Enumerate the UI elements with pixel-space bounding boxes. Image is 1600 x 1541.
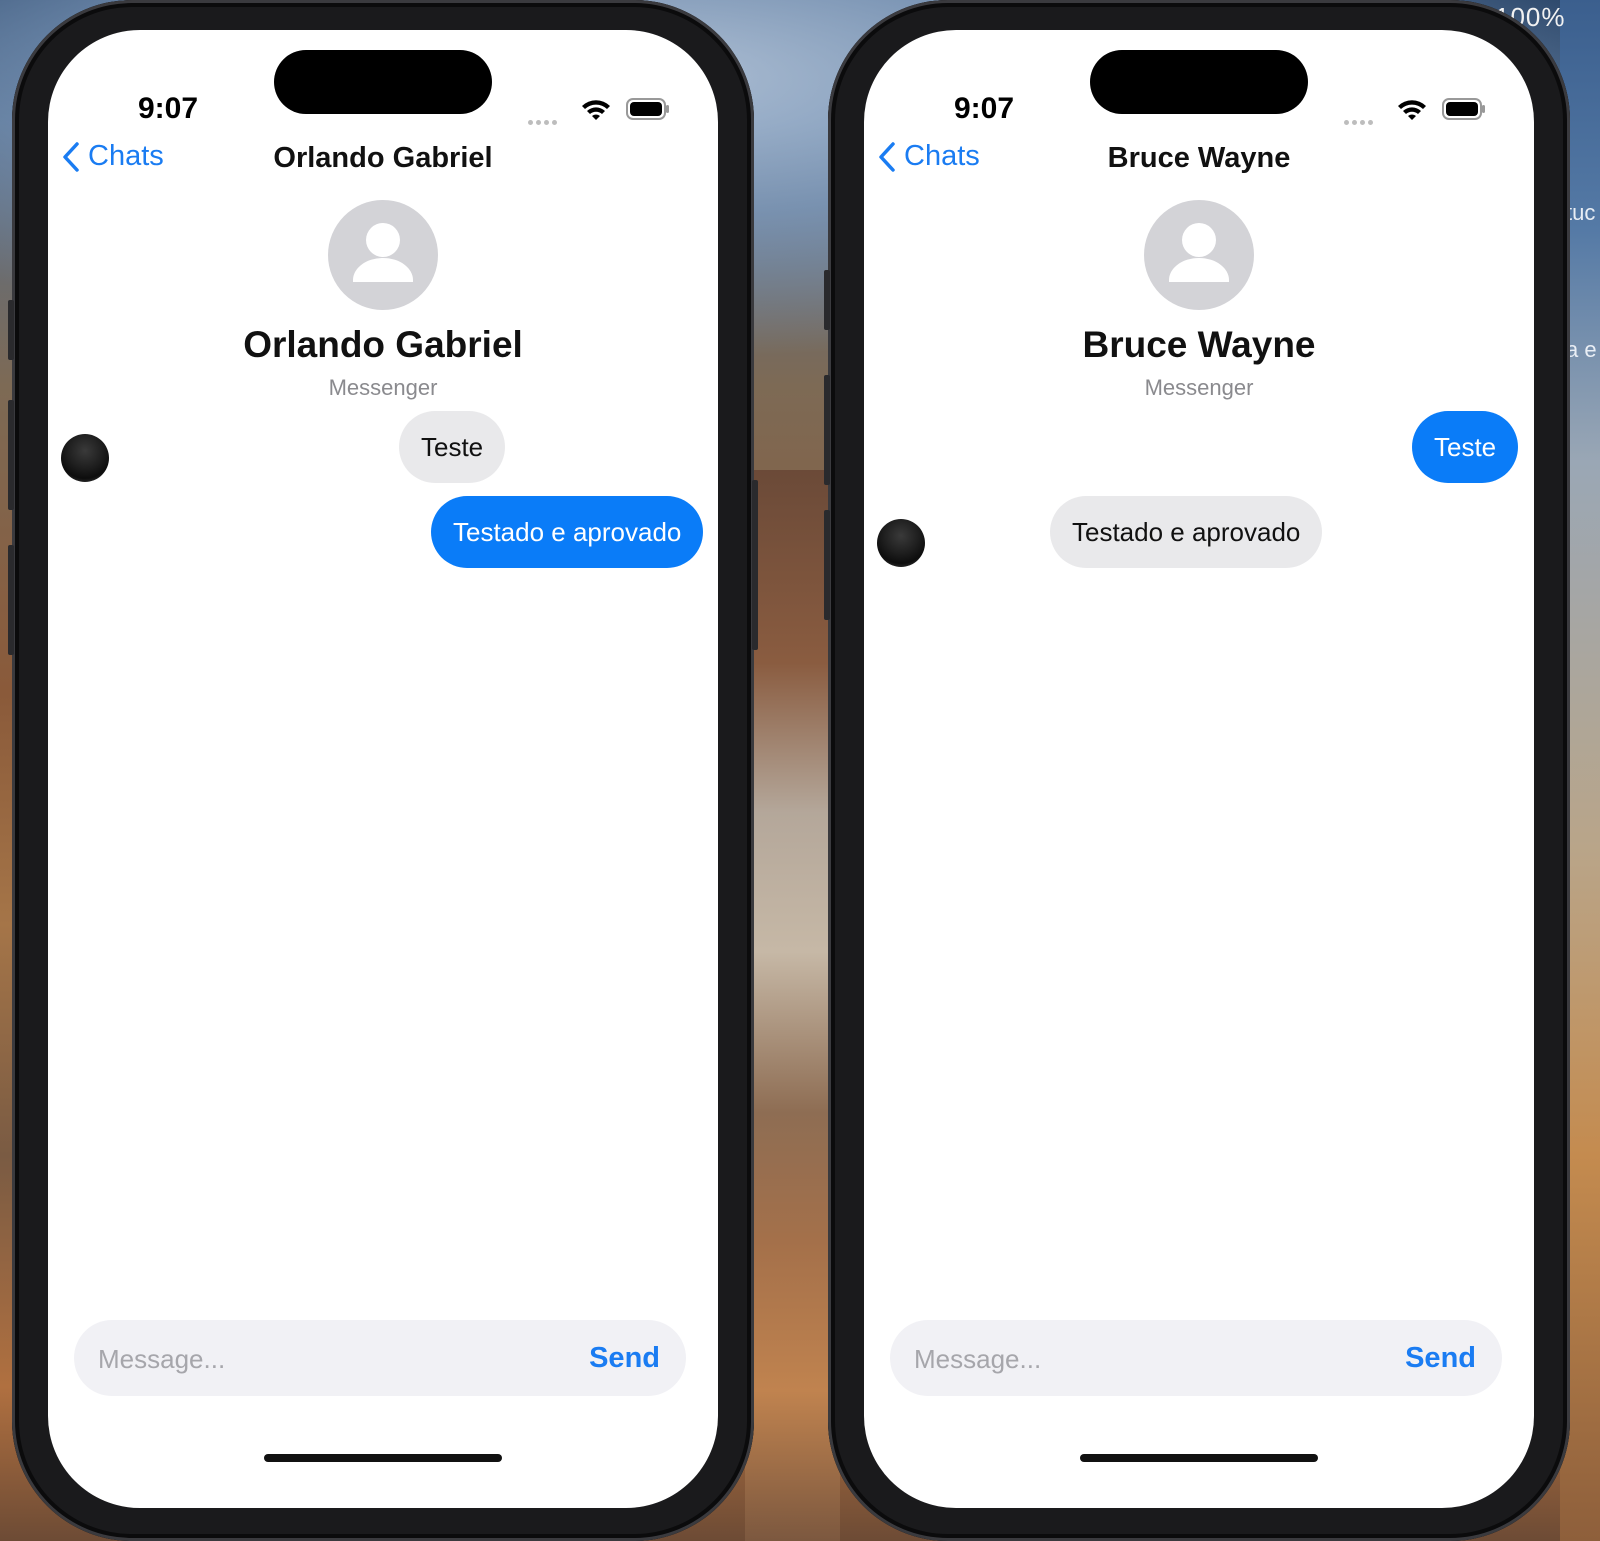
send-button[interactable]: Send: [589, 1320, 660, 1396]
profile-name: Orlando Gabriel: [243, 324, 523, 365]
status-time: 9:07: [138, 92, 199, 125]
background-window-text: a e: [1566, 337, 1597, 362]
wallpaper-canyon: [745, 470, 840, 1541]
person-icon: [353, 223, 413, 282]
message-bubble-outgoing[interactable]: Teste: [1412, 411, 1519, 483]
wifi-icon: [582, 100, 610, 120]
simulator-device-left: 9:07 Chats Orlando Gabriel Orlando Gabri…: [8, 0, 758, 1541]
volume-down-button: [824, 510, 830, 620]
message-bubble-incoming[interactable]: Teste: [399, 411, 506, 483]
mute-switch: [824, 270, 830, 330]
chat-screen: 9:07 Chats Bruce Wayne Bruce Wayne Messe…: [864, 30, 1534, 1508]
message-composer: Send: [74, 1320, 686, 1398]
home-indicator[interactable]: [1080, 1454, 1318, 1462]
mute-switch: [8, 300, 14, 360]
profile-subtitle: Messenger: [1144, 375, 1254, 400]
message-input[interactable]: [912, 1320, 1376, 1398]
nav-title: Orlando Gabriel: [273, 142, 493, 174]
profile-avatar[interactable]: [1144, 200, 1254, 310]
power-button: [752, 480, 758, 650]
signal-icon: [1344, 112, 1380, 125]
send-button[interactable]: Send: [1405, 1320, 1476, 1396]
background-window-text: tuc: [1566, 200, 1596, 225]
simulator-device-right: 9:07 Chats Bruce Wayne Bruce Wayne Messe…: [824, 0, 1570, 1541]
battery-icon: [1442, 98, 1485, 120]
home-indicator[interactable]: [264, 1454, 502, 1462]
signal-icon: [528, 112, 564, 125]
volume-down-button: [8, 545, 14, 655]
battery-icon: [626, 98, 669, 120]
profile-avatar[interactable]: [328, 200, 438, 310]
sender-avatar[interactable]: [877, 519, 925, 567]
message-bubble-outgoing[interactable]: Testado e aprovado: [431, 496, 704, 568]
message-bubble-incoming[interactable]: Testado e aprovado: [1050, 496, 1323, 568]
volume-up-button: [824, 375, 830, 485]
wifi-icon: [1398, 100, 1426, 120]
dynamic-island: [274, 50, 492, 114]
message-input[interactable]: [96, 1320, 560, 1398]
dynamic-island: [1090, 50, 1308, 114]
person-icon: [1169, 223, 1229, 282]
chat-screen: 9:07 Chats Orlando Gabriel Orlando Gabri…: [48, 30, 718, 1508]
message-composer: Send: [890, 1320, 1502, 1398]
volume-up-button: [8, 400, 14, 510]
nav-title: Bruce Wayne: [1107, 142, 1291, 174]
profile-name: Bruce Wayne: [1082, 324, 1316, 365]
status-time: 9:07: [954, 92, 1015, 125]
profile-subtitle: Messenger: [328, 375, 438, 400]
sender-avatar[interactable]: [61, 434, 109, 482]
